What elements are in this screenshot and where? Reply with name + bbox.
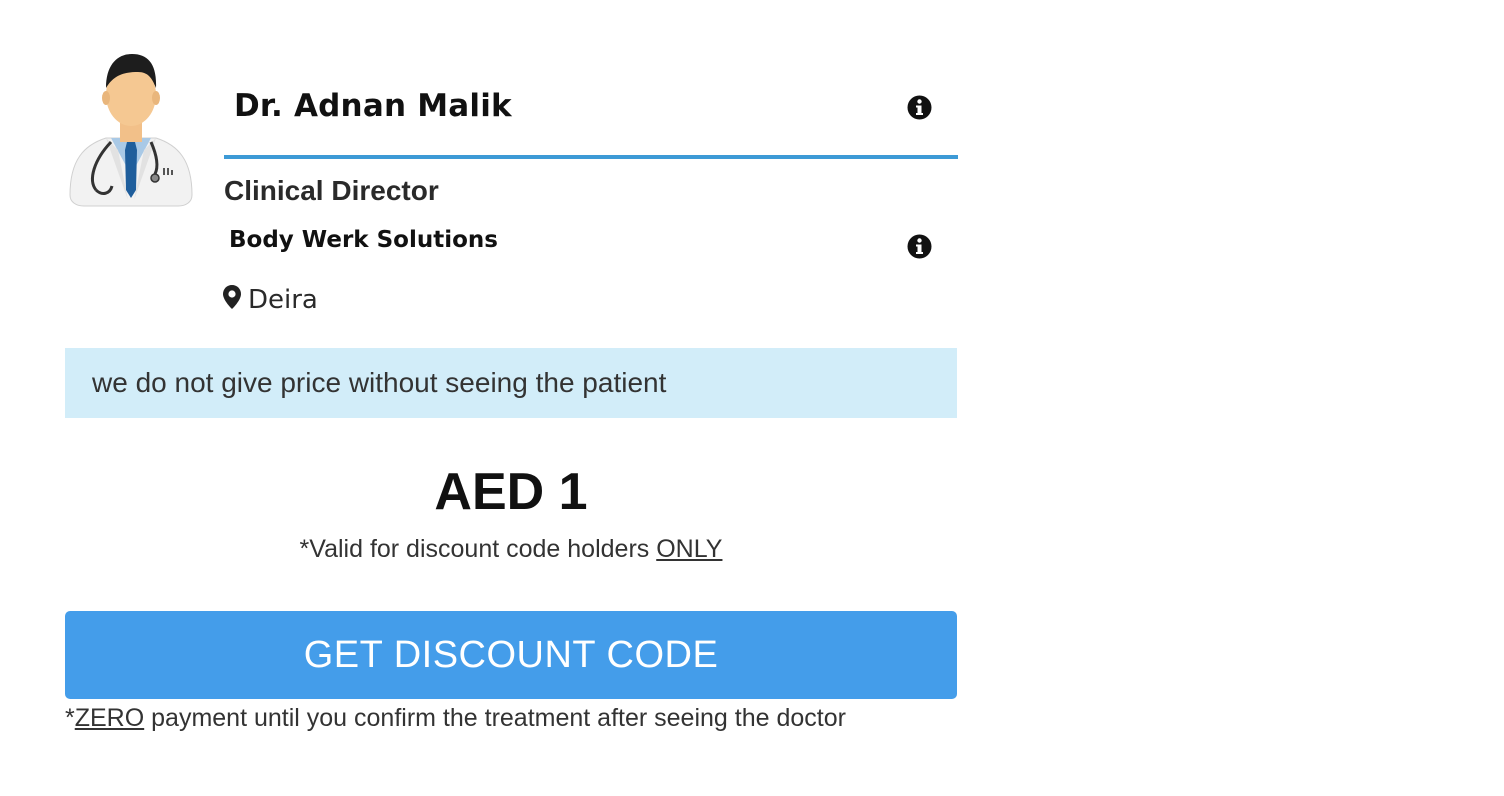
validity-note: *Valid for discount code holders ONLY <box>65 535 957 564</box>
price: AED 1 <box>434 463 588 521</box>
price-notice: we do not give price without seeing the … <box>65 348 957 418</box>
doctor-avatar-icon <box>66 50 196 210</box>
location: Deira <box>222 284 318 315</box>
doctor-card: Dr. Adnan Malik Clinical Director Body W… <box>0 0 1504 796</box>
validity-prefix: *Valid for discount code holders <box>299 535 657 563</box>
doctor-title: Clinical Director <box>224 175 439 206</box>
name-divider <box>224 155 958 159</box>
clinic-name[interactable]: Body Werk Solutions <box>229 227 498 253</box>
validity-emphasis: ONLY <box>656 535 723 563</box>
notice-text: we do not give price without seeing the … <box>92 367 667 398</box>
clinic-info-icon[interactable] <box>907 234 932 259</box>
location-text: Deira <box>248 284 318 315</box>
info-icon[interactable] <box>907 95 932 120</box>
footnote-emphasis: ZERO <box>74 704 145 732</box>
payment-footnote: *ZERO payment until you confirm the trea… <box>65 704 846 733</box>
map-pin-icon <box>222 284 242 315</box>
footnote-suffix: payment until you confirm the treatment … <box>144 704 846 732</box>
footnote-prefix: * <box>65 704 75 732</box>
get-discount-code-button[interactable]: GET DISCOUNT CODE <box>65 611 957 699</box>
doctor-name: Dr. Adnan Malik <box>234 88 512 124</box>
